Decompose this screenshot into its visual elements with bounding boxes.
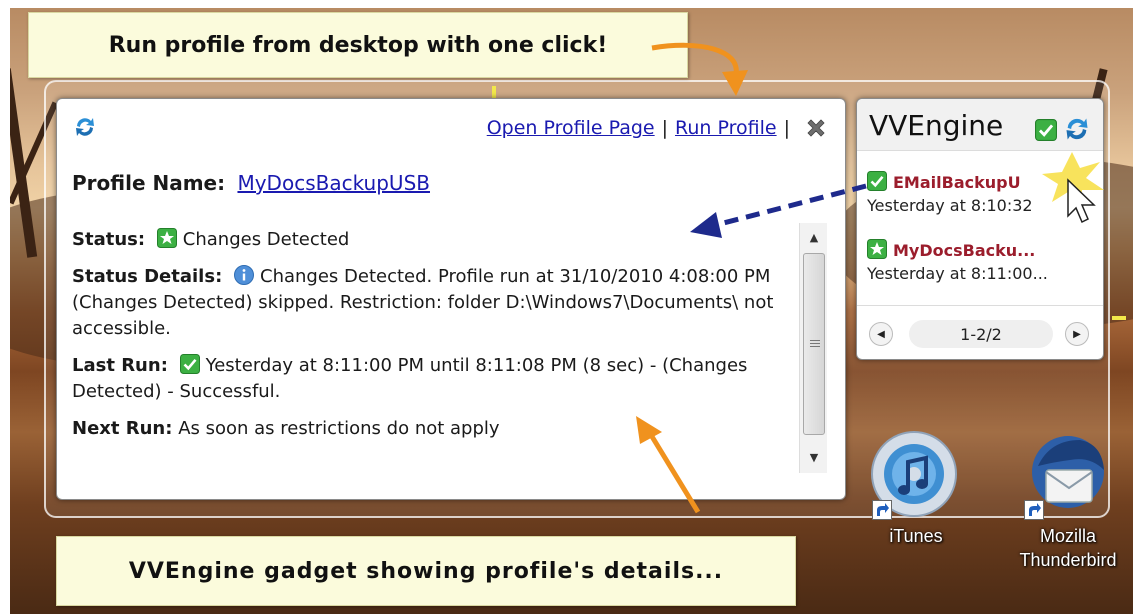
profile-name-link[interactable]: MyDocsBackupUSB [237, 171, 430, 195]
green-check-icon [1035, 119, 1057, 141]
profile-entry-label: MyDocsBacku... [893, 241, 1036, 260]
scroll-up-button[interactable]: ▲ [800, 225, 828, 249]
open-profile-page-link[interactable]: Open Profile Page [487, 117, 655, 139]
last-run-row: Last Run: Yesterday at 8:11:00 PM until … [72, 353, 787, 405]
gadget-pager: ◀ 1-2/2 ▶ [857, 305, 1103, 359]
next-run-value: As soon as restrictions do not apply [178, 418, 500, 439]
next-run-row: Next Run: As soon as restrictions do not… [72, 416, 787, 442]
thunderbird-icon [1020, 426, 1116, 522]
status-details-label: Status Details: [72, 266, 223, 287]
green-check-icon [179, 354, 200, 374]
status-value: Changes Detected [182, 229, 350, 250]
profile-entry-time: Yesterday at 8:11:00... [867, 264, 1048, 283]
last-run-label: Last Run: [72, 355, 168, 376]
profile-entry[interactable]: MyDocsBacku... Yesterday at 8:11:00... [867, 239, 1107, 283]
green-star-icon [156, 228, 177, 248]
details-scroll-area[interactable]: Status: Changes Detected Status Details:… [72, 227, 787, 477]
desktop-icon-thunderbird[interactable]: Mozilla Thunderbird [1018, 426, 1118, 572]
desktop-icon-itunes[interactable]: iTunes [866, 426, 966, 548]
shortcut-arrow-icon [1024, 500, 1044, 520]
green-check-icon [867, 171, 887, 191]
status-row: Status: Changes Detected [72, 227, 787, 253]
gadget-title: VVEngine [869, 109, 1004, 142]
link-separator: | [783, 117, 790, 139]
run-profile-link[interactable]: Run Profile [675, 117, 777, 139]
profile-entry-name[interactable]: MyDocsBacku... [867, 239, 1107, 260]
desktop-icon-label: Mozilla Thunderbird [1019, 526, 1117, 570]
refresh-icon[interactable] [1063, 115, 1091, 143]
status-details-row: Status Details: Changes Detected. Profil… [72, 264, 787, 342]
profile-details-gadget: Open Profile Page | Run Profile | Profil… [56, 98, 846, 500]
profile-entry[interactable]: EMailBackupU Yesterday at 8:10:32 [867, 171, 1107, 215]
gadget-links: Open Profile Page | Run Profile | [487, 115, 829, 141]
desktop-icon-label: iTunes [889, 526, 943, 546]
profile-entry-label: EMailBackupU [893, 173, 1021, 192]
profile-entry-time: Yesterday at 8:10:32 [867, 196, 1033, 215]
link-separator: | [661, 117, 669, 139]
vertical-scrollbar[interactable]: ▲ ▼ [799, 223, 827, 473]
status-label: Status: [72, 229, 146, 250]
callout-text: VVEngine gadget showing profile's detail… [128, 558, 724, 584]
info-icon [234, 265, 255, 285]
next-run-label: Next Run: [72, 418, 173, 439]
previous-page-button[interactable]: ◀ [869, 322, 893, 346]
scroll-thumb[interactable] [803, 253, 825, 435]
green-star-icon [867, 239, 887, 259]
last-run-value: Yesterday at 8:11:00 PM until 8:11:08 PM… [72, 355, 748, 402]
profile-entry-name[interactable]: EMailBackupU [867, 171, 1107, 192]
grip-line [810, 340, 820, 341]
refresh-icon[interactable] [73, 115, 97, 139]
profile-name-label: Profile Name: [72, 171, 226, 195]
scroll-down-button[interactable]: ▼ [800, 445, 828, 469]
shortcut-arrow-icon [872, 500, 892, 520]
yellow-marker [1112, 316, 1126, 320]
profile-name-row: Profile Name: MyDocsBackupUSB [72, 171, 430, 195]
callout-run-profile: Run profile from desktop with one click! [28, 12, 688, 78]
next-page-button[interactable]: ▶ [1065, 322, 1089, 346]
vvengine-gadget: VVEngine EMailBackupU Yesterday at 8:10:… [856, 98, 1104, 360]
grip-line [810, 343, 820, 344]
gadget-header: VVEngine [857, 99, 1103, 151]
close-icon[interactable] [803, 115, 829, 141]
page-indicator: 1-2/2 [909, 320, 1053, 348]
itunes-icon [868, 426, 964, 522]
callout-text: Run profile from desktop with one click! [108, 32, 608, 58]
grip-line [810, 346, 820, 347]
callout-gadget-details: VVEngine gadget showing profile's detail… [56, 536, 796, 606]
